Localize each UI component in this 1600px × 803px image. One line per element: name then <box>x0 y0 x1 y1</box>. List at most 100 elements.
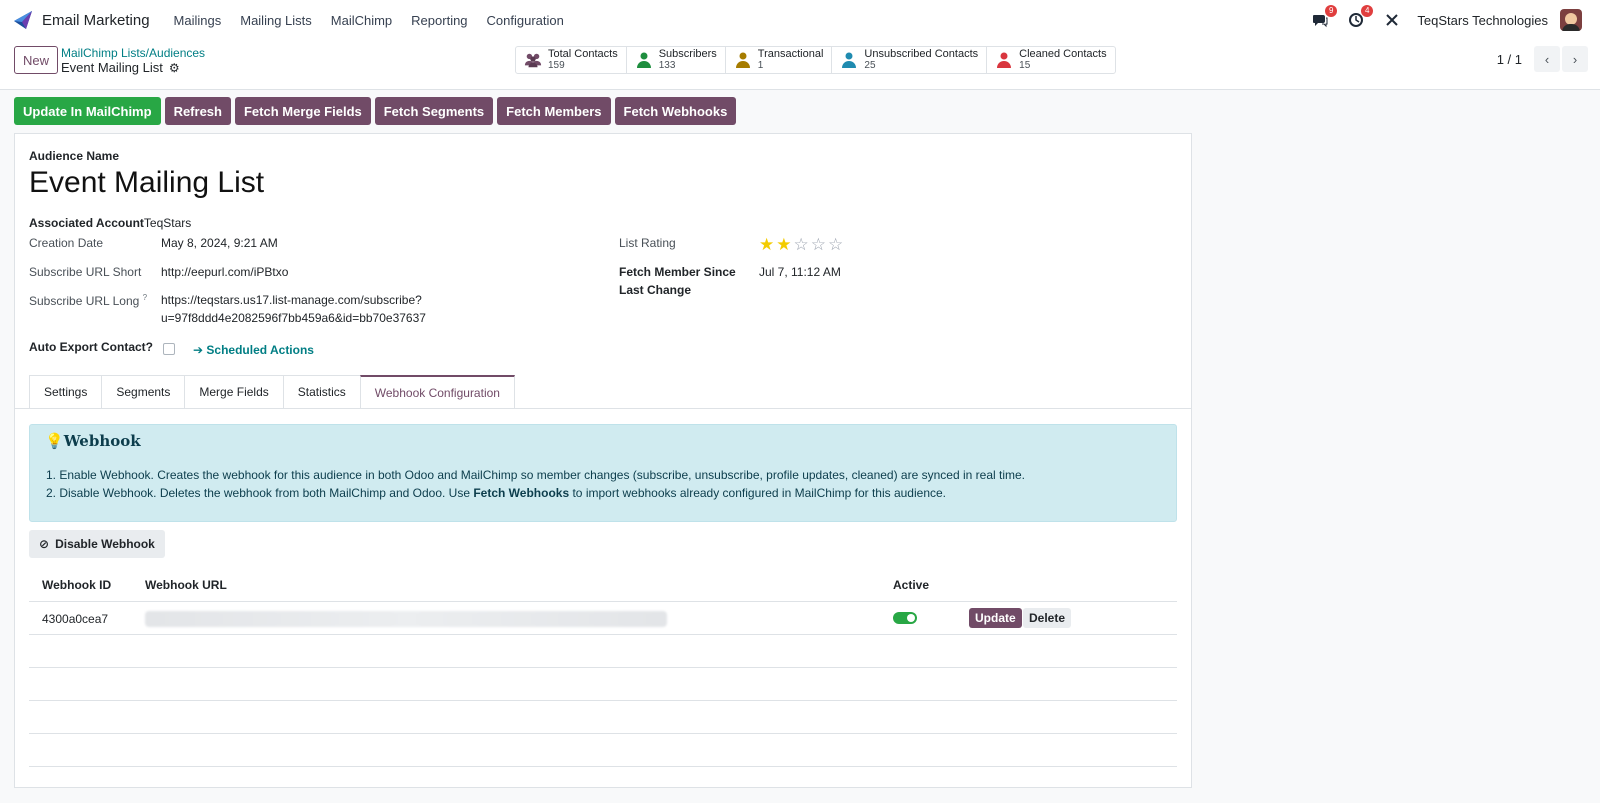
stat-value: 159 <box>548 60 565 71</box>
breadcrumb: MailChimp Lists/Audiences Event Mailing … <box>61 46 205 75</box>
tab-settings[interactable]: Settings <box>29 375 102 409</box>
chevron-right-icon[interactable]: › <box>1562 46 1588 72</box>
fetch-merge-fields-button[interactable]: Fetch Merge Fields <box>234 97 371 125</box>
activities-clock-icon[interactable]: 4 <box>1343 5 1374 33</box>
webhook-alert-line-2-pre: 2. Disable Webhook. Deletes the webhook … <box>46 486 474 500</box>
menu-reporting[interactable]: Reporting <box>411 13 467 28</box>
table-row-empty <box>29 668 1177 701</box>
webhook-alert-line-1: 1. Enable Webhook. Creates the webhook f… <box>46 468 1025 482</box>
stat-unsubscribed-contacts[interactable]: Unsubscribed Contacts 25 <box>832 47 988 73</box>
fetch-member-since-label-2: Last Change <box>619 283 692 297</box>
form-header-buttons: Update In MailChimp Refresh Fetch Merge … <box>14 97 740 125</box>
webhook-info-alert: 💡Webhook 1. Enable Webhook. Creates the … <box>29 424 1177 522</box>
creation-date-value: May 8, 2024, 9:21 AM <box>161 236 278 250</box>
refresh-button[interactable]: Refresh <box>164 97 231 125</box>
stat-total-contacts[interactable]: Total Contacts 159 <box>516 47 627 73</box>
menu-mailing-lists[interactable]: Mailing Lists <box>240 13 312 28</box>
smart-buttons: Total Contacts 159 Subscribers 133 Trans… <box>515 46 1116 74</box>
user-icon <box>840 51 858 69</box>
stat-value: 1 <box>757 60 764 71</box>
pager: 1 / 1 ‹ › <box>1497 46 1588 72</box>
tab-divider <box>15 408 1191 409</box>
active-toggle[interactable] <box>893 612 917 624</box>
disable-webhook-label: Disable Webhook <box>55 537 155 551</box>
form-sheet: Audience Name Event Mailing List Associa… <box>14 133 1192 788</box>
star-empty-icon[interactable]: ☆ <box>794 236 809 253</box>
stat-value: 133 <box>658 60 676 71</box>
update-in-mailchimp-button[interactable]: Update In MailChimp <box>14 97 161 125</box>
fetch-members-button[interactable]: Fetch Members <box>497 97 611 125</box>
user-icon <box>734 51 752 69</box>
stat-cleaned-contacts[interactable]: Cleaned Contacts 15 <box>987 47 1114 73</box>
debug-tools-icon[interactable] <box>1379 7 1405 33</box>
subscribe-url-short-value[interactable]: http://eepurl.com/iPBtxo <box>161 265 288 279</box>
stat-transactional[interactable]: Transactional 1 <box>726 47 833 73</box>
associated-account-row: Associated AccountTeqStars <box>29 216 191 230</box>
list-rating-stars: ★ ★ ☆ ☆ ☆ <box>759 236 845 253</box>
table-row-empty <box>29 734 1177 767</box>
subscribe-url-long-label-text: Subscribe URL Long <box>29 294 140 308</box>
app-name: Email Marketing <box>42 11 150 29</box>
user-icon <box>995 51 1013 69</box>
col-webhook-id[interactable]: Webhook ID <box>42 578 111 592</box>
fetch-webhooks-button[interactable]: Fetch Webhooks <box>614 97 737 125</box>
star-filled-icon[interactable]: ★ <box>759 236 774 253</box>
pager-value[interactable]: 1 / 1 <box>1497 52 1522 67</box>
tab-segments[interactable]: Segments <box>101 375 185 409</box>
gear-icon[interactable]: ⚙ <box>169 61 180 75</box>
star-empty-icon[interactable]: ☆ <box>828 236 843 253</box>
breadcrumb-parent-link[interactable]: MailChimp Lists/Audiences <box>61 46 205 60</box>
company-switcher[interactable]: TeqStars Technologies <box>1417 13 1548 28</box>
stat-subscribers[interactable]: Subscribers 133 <box>627 47 726 73</box>
fetch-member-since-value[interactable]: Jul 7, 11:12 AM <box>759 265 841 279</box>
new-button[interactable]: New <box>14 46 58 74</box>
star-filled-icon[interactable]: ★ <box>776 236 791 253</box>
stat-value: 15 <box>1019 60 1031 71</box>
audience-name-field[interactable]: Event Mailing List <box>29 166 264 200</box>
subscribe-url-long-line-2[interactable]: u=97f8ddd4e2082596f7bb459a6&id=bb70e3763… <box>161 311 426 325</box>
help-question-icon[interactable]: ? <box>143 293 147 302</box>
subscribe-url-long-label: Subscribe URL Long ? <box>29 293 147 308</box>
arrow-right-icon: ➔ <box>193 343 204 357</box>
stat-value: 25 <box>864 60 876 71</box>
webhook-url-cell-redacted <box>145 611 667 627</box>
subscribe-url-long-line-1[interactable]: https://teqstars.us17.list-manage.com/su… <box>161 293 422 307</box>
chevron-left-icon[interactable]: ‹ <box>1534 46 1560 72</box>
auto-export-contact-label: Auto Export Contact? <box>29 340 153 354</box>
control-panel: New MailChimp Lists/Audiences Event Mail… <box>0 40 1600 90</box>
menu-mailchimp[interactable]: MailChimp <box>331 13 392 28</box>
webhook-id-cell: 4300a0cea7 <box>42 612 109 626</box>
menu-configuration[interactable]: Configuration <box>487 13 564 28</box>
table-row-empty <box>29 635 1177 668</box>
update-button[interactable]: Update <box>969 608 1022 628</box>
messages-icon[interactable]: 9 <box>1307 5 1338 33</box>
tab-statistics[interactable]: Statistics <box>282 375 360 409</box>
delete-button[interactable]: Delete <box>1023 608 1072 628</box>
star-empty-icon[interactable]: ☆ <box>811 236 826 253</box>
stat-label: Subscribers <box>658 48 717 60</box>
menu-mailings[interactable]: Mailings <box>174 13 222 28</box>
user-icon <box>635 51 653 69</box>
tab-merge-fields[interactable]: Merge Fields <box>184 375 283 409</box>
webhook-alert-title-text: Webhook <box>63 432 141 450</box>
fetch-segments-button[interactable]: Fetch Segments <box>374 97 494 125</box>
auto-export-contact-checkbox[interactable] <box>163 343 175 355</box>
col-webhook-url[interactable]: Webhook URL <box>145 578 227 592</box>
ban-icon: ⊘ <box>39 537 50 551</box>
breadcrumb-current-label: Event Mailing List <box>61 60 163 75</box>
associated-account-value[interactable]: TeqStars <box>144 216 191 230</box>
email-marketing-logo-icon <box>14 11 32 29</box>
col-active[interactable]: Active <box>893 578 929 592</box>
fetch-member-since-label-1: Fetch Member Since <box>619 265 736 279</box>
table-row[interactable]: 4300a0cea7 Update Delete <box>29 602 1177 635</box>
lightbulb-icon: 💡 <box>45 432 64 450</box>
subscribe-url-short-label: Subscribe URL Short <box>29 265 142 279</box>
brand[interactable]: Email Marketing <box>12 9 174 31</box>
tab-webhook-configuration[interactable]: Webhook Configuration <box>359 375 515 409</box>
stat-label: Cleaned Contacts <box>1019 48 1107 60</box>
disable-webhook-button[interactable]: ⊘ Disable Webhook <box>29 530 165 558</box>
user-avatar[interactable] <box>1560 9 1582 31</box>
scheduled-actions-link[interactable]: ➔ Scheduled Actions <box>193 343 314 357</box>
scheduled-actions-label: Scheduled Actions <box>206 343 314 357</box>
users-icon <box>524 51 542 69</box>
